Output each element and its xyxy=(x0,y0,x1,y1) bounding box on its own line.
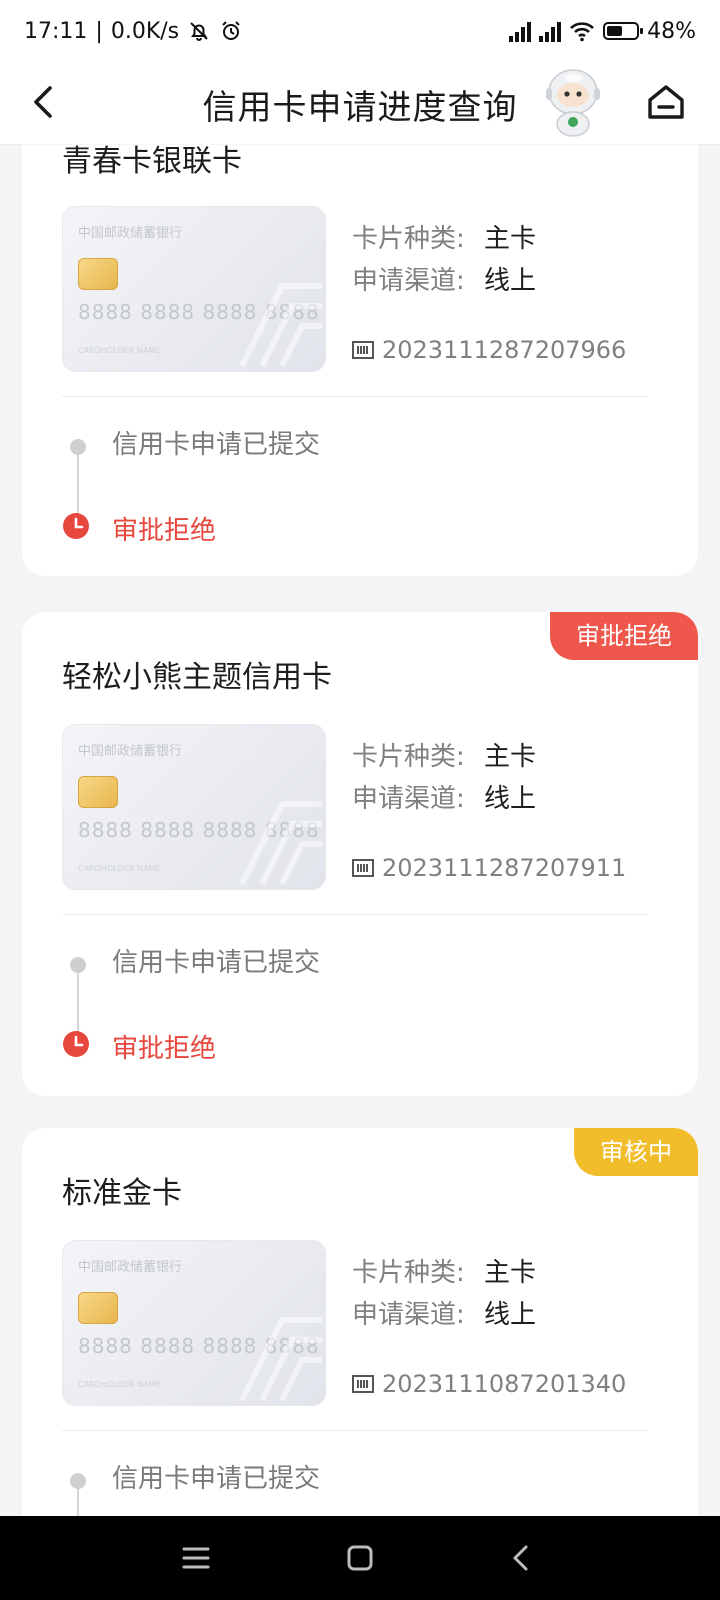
application-number-value: 2023111287207911 xyxy=(382,854,627,882)
card-type-label: 卡片种类: xyxy=(352,224,465,254)
application-card[interactable]: 审核中 标准金卡 中国邮政储蓄银行 8888 8888 8888 8888 CA… xyxy=(22,1128,698,1516)
card-type-value: 主卡 xyxy=(484,742,537,772)
status-right: 48% xyxy=(509,19,696,44)
signal-icon xyxy=(539,20,562,42)
card-image-holder: CARDHOLDER NAME xyxy=(78,346,161,355)
card-image-bank: 中国邮政储蓄银行 xyxy=(78,744,183,759)
card-image: 中国邮政储蓄银行 8888 8888 8888 8888 CARDHOLDER … xyxy=(62,724,326,890)
channel-label: 申请渠道: xyxy=(352,784,465,814)
barcode-icon xyxy=(352,859,374,877)
clock-icon xyxy=(63,513,89,539)
status-bar: 17:11 | 0.0K/s 48% xyxy=(0,0,720,62)
divider xyxy=(62,914,648,915)
chip-icon xyxy=(78,1292,118,1324)
channel-value: 线上 xyxy=(484,266,537,296)
status-time: 17:11 xyxy=(24,18,88,44)
application-number-value: 2023111287207966 xyxy=(382,336,627,364)
card-image-holder: CARDHOLDER NAME xyxy=(78,1380,161,1389)
mute-bell-icon xyxy=(190,22,208,41)
channel-label: 申请渠道: xyxy=(352,266,465,296)
card-type-label: 卡片种类: xyxy=(352,742,465,772)
status-badge: 审核中 xyxy=(574,1128,698,1176)
application-card[interactable]: 审批拒绝 轻松小熊主题信用卡 中国邮政储蓄银行 8888 8888 8888 8… xyxy=(22,612,698,1096)
card-image-bank: 中国邮政储蓄银行 xyxy=(78,226,183,241)
barcode-icon xyxy=(352,341,374,359)
card-image: 中国邮政储蓄银行 8888 8888 8888 8888 CARDHOLDER … xyxy=(62,1240,326,1406)
timeline-step-current: 审批拒绝 xyxy=(112,516,217,546)
application-card[interactable]: 青春卡银联卡 中国邮政储蓄银行 8888 8888 8888 8888 CARD… xyxy=(22,144,698,576)
timeline-step: 信用卡申请已提交 xyxy=(112,948,321,978)
timeline-line xyxy=(77,964,79,1038)
status-left: 17:11 | 0.0K/s xyxy=(24,19,243,44)
timeline-dot xyxy=(70,439,86,455)
chip-icon xyxy=(78,258,118,290)
application-number: 2023111287207966 xyxy=(352,336,626,364)
timeline-step: 信用卡申请已提交 xyxy=(112,1464,321,1494)
back-triangle-icon[interactable] xyxy=(504,1540,540,1576)
application-list: 青春卡银联卡 中国邮政储蓄银行 8888 8888 8888 8888 CARD… xyxy=(0,144,720,1516)
status-net-speed: 0.0K/s xyxy=(110,18,180,44)
signal-icon xyxy=(509,20,532,42)
square-icon[interactable] xyxy=(342,1540,378,1576)
clock-icon xyxy=(63,1031,89,1057)
card-name: 标准金卡 xyxy=(62,1176,182,1211)
page-title: 信用卡申请进度查询 xyxy=(202,88,518,128)
card-type-label: 卡片种类: xyxy=(352,1258,465,1288)
channel-value: 线上 xyxy=(484,784,537,814)
timeline-dot xyxy=(70,1473,86,1489)
card-image-holder: CARDHOLDER NAME xyxy=(78,864,161,873)
menu-icon[interactable] xyxy=(178,1540,214,1576)
card-pattern-icon xyxy=(239,1317,322,1402)
status-badge: 审批拒绝 xyxy=(550,612,698,660)
card-name: 青春卡银联卡 xyxy=(62,144,242,179)
wifi-icon xyxy=(570,22,594,42)
robot-assistant-icon[interactable] xyxy=(540,66,606,138)
card-pattern-icon xyxy=(239,801,322,886)
alarm-clock-icon xyxy=(222,21,240,40)
card-image-bank: 中国邮政储蓄银行 xyxy=(78,1260,183,1275)
card-name: 轻松小熊主题信用卡 xyxy=(62,660,332,695)
status-divider: | xyxy=(95,18,103,44)
timeline-step: 信用卡申请已提交 xyxy=(112,430,321,460)
divider xyxy=(62,396,648,397)
timeline-line xyxy=(77,446,79,520)
card-pattern-icon xyxy=(239,283,322,368)
card-type-value: 主卡 xyxy=(484,224,537,254)
application-number: 2023111087201340 xyxy=(352,1370,626,1398)
app-header: 信用卡申请进度查询 xyxy=(0,62,720,144)
timeline-step-current: 审批拒绝 xyxy=(112,1034,217,1064)
channel-label: 申请渠道: xyxy=(352,1300,465,1330)
divider xyxy=(62,1430,648,1431)
barcode-icon xyxy=(352,1375,374,1393)
application-number: 2023111287207911 xyxy=(352,854,626,882)
battery-percent: 48% xyxy=(647,18,696,44)
card-image: 中国邮政储蓄银行 8888 8888 8888 8888 CARDHOLDER … xyxy=(62,206,326,372)
battery-icon xyxy=(603,22,644,40)
home-icon[interactable] xyxy=(644,80,688,124)
timeline-dot xyxy=(70,957,86,973)
application-number-value: 2023111087201340 xyxy=(382,1370,627,1398)
card-type-value: 主卡 xyxy=(484,1258,537,1288)
system-nav-bar xyxy=(0,1516,720,1600)
channel-value: 线上 xyxy=(484,1300,537,1330)
chip-icon xyxy=(78,776,118,808)
